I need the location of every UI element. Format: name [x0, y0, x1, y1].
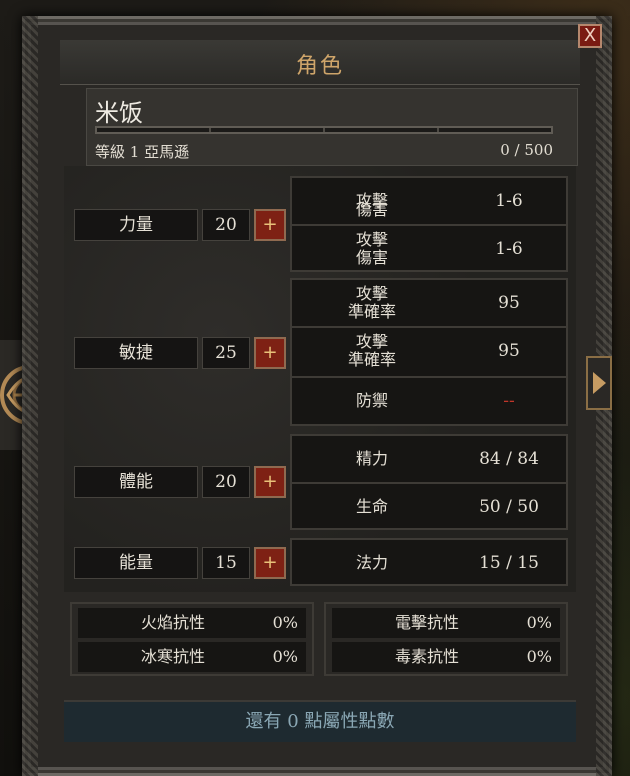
experience-text: 0 / 500	[500, 141, 553, 159]
defense-label: 防禦	[355, 391, 388, 410]
attack-damage-value: 1-6	[495, 239, 523, 259]
mana-group: 法力 15 / 15	[290, 538, 568, 586]
attribute-label: 能量	[74, 547, 198, 579]
attack-rating-defense-group: 攻擊 準確率 95 攻擊 準確率 95 防禦 --	[290, 278, 568, 426]
mana-value: 15 / 15	[479, 553, 539, 573]
stamina-row: 精力 84 / 84	[292, 436, 566, 482]
lightning-resistance-label: 電擊抗性	[394, 613, 459, 632]
attack-rating-label-line2: 準確率	[347, 350, 396, 369]
stamina-life-group: 精力 84 / 84 生命 50 / 50	[290, 434, 568, 530]
attack-damage-group: 攻擊 傷害 1-6 攻擊 傷害 1-6	[290, 176, 568, 272]
mana-label: 法力	[355, 553, 388, 572]
defense-value: --	[503, 391, 515, 411]
attribute-vitality: 體能 20 +	[74, 466, 290, 500]
lightning-resistance-row: 電擊抗性 0%	[332, 608, 560, 638]
close-button[interactable]: X	[578, 24, 602, 48]
add-energy-button[interactable]: +	[254, 547, 286, 579]
attribute-strength: 力量 20 +	[74, 209, 290, 243]
attribute-energy: 能量 15 +	[74, 547, 290, 581]
poison-resistance-value: 0%	[526, 647, 552, 666]
remaining-attribute-points: 還有 0 點屬性點數	[64, 700, 576, 742]
character-name: 米饭	[95, 99, 143, 127]
add-strength-button[interactable]: +	[254, 209, 286, 241]
add-vitality-button[interactable]: +	[254, 466, 286, 498]
attack-rating-value: 95	[498, 293, 520, 313]
level-class-label: 等級 1 亞馬遜	[95, 143, 190, 161]
attribute-dexterity: 敏捷 25 +	[74, 337, 290, 371]
resistances-right: 電擊抗性 0% 毒素抗性 0%	[324, 602, 568, 676]
attribute-value: 25	[202, 337, 250, 369]
poison-resistance-label: 毒素抗性	[394, 647, 459, 666]
add-dexterity-button[interactable]: +	[254, 337, 286, 369]
attack-rating-label-line2: 準確率	[347, 302, 396, 321]
attack-damage-value: 1-6	[495, 191, 523, 211]
resistances-left: 火焰抗性 0% 冰寒抗性 0%	[70, 602, 314, 676]
attack-rating-row: 準確率 95	[292, 280, 566, 326]
character-info: 米饭 等級 1 亞馬遜 0 / 500	[86, 88, 578, 166]
cold-resistance-value: 0%	[272, 647, 298, 666]
defense-row: 防禦 --	[292, 378, 566, 424]
fire-resistance-row: 火焰抗性 0%	[78, 608, 306, 638]
attack-rating-row-2: 準確率 95	[292, 328, 566, 374]
lightning-resistance-value: 0%	[526, 613, 552, 632]
attribute-label: 敏捷	[74, 337, 198, 369]
attribute-value: 15	[202, 547, 250, 579]
attack-damage-label-line2: 傷害	[355, 200, 388, 219]
attribute-value: 20	[202, 209, 250, 241]
attribute-label: 力量	[74, 209, 198, 241]
life-row: 生命 50 / 50	[292, 484, 566, 530]
mana-row: 法力 15 / 15	[292, 540, 566, 586]
attack-damage-label-line2: 傷害	[355, 248, 388, 267]
fire-resistance-value: 0%	[272, 613, 298, 632]
poison-resistance-row: 毒素抗性 0%	[332, 642, 560, 672]
expand-arrow-icon[interactable]	[586, 356, 612, 410]
attack-rating-value: 95	[498, 341, 520, 361]
life-label: 生命	[355, 497, 388, 516]
attribute-label: 體能	[74, 466, 198, 498]
stamina-label: 精力	[355, 449, 388, 468]
fire-resistance-label: 火焰抗性	[140, 613, 205, 632]
cold-resistance-label: 冰寒抗性	[140, 647, 205, 666]
panel-title: 角色	[295, 54, 344, 79]
life-value: 50 / 50	[479, 497, 539, 517]
attribute-value: 20	[202, 466, 250, 498]
experience-bar	[95, 126, 553, 134]
stamina-value: 84 / 84	[479, 449, 539, 469]
title-bar: 角色	[60, 40, 580, 85]
frame-rope-left	[22, 16, 38, 776]
cold-resistance-row: 冰寒抗性 0%	[78, 642, 306, 672]
